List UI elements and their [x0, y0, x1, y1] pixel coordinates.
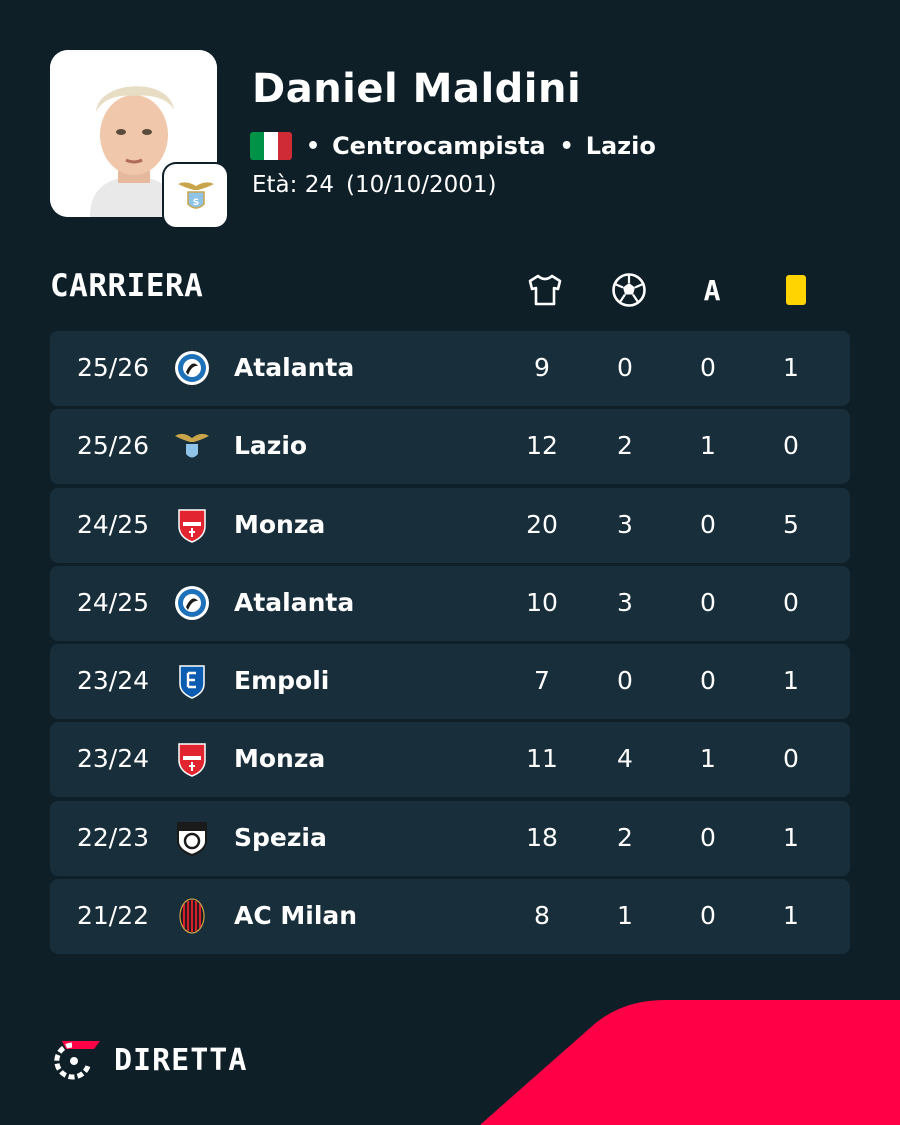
assists: 0 — [700, 822, 716, 852]
player-age: Età: 24 (10/10/2001) — [252, 172, 497, 198]
team-name: AC Milan — [234, 901, 358, 931]
appearances: 20 — [526, 509, 558, 539]
goals: 1 — [617, 901, 633, 931]
assists: 0 — [700, 509, 716, 539]
section-title: CARRIERA — [50, 268, 204, 304]
appearances: 7 — [534, 666, 550, 696]
season: 24/25 — [77, 587, 150, 617]
season: 22/23 — [77, 822, 150, 852]
table-row[interactable]: 24/25 Atalanta 10 3 0 0 — [50, 565, 850, 641]
season: 25/26 — [77, 353, 150, 382]
player-meta: • Centrocampista • Lazio — [250, 130, 656, 162]
appearances: 12 — [526, 431, 558, 461]
team-name: Monza — [234, 744, 326, 774]
table-row[interactable]: 24/25 Monza 20 3 0 5 — [50, 487, 850, 563]
assists: 1 — [700, 744, 716, 774]
appearances: 18 — [526, 822, 558, 852]
ball-icon — [609, 270, 649, 310]
goals: 3 — [617, 587, 633, 617]
appearances: 9 — [534, 353, 550, 382]
lazio-logo-icon — [175, 434, 209, 458]
team-name: Monza — [234, 509, 326, 539]
team-name: Atalanta — [234, 587, 355, 617]
table-row[interactable]: 23/24 Monza 11 4 1 0 — [50, 722, 850, 798]
season: 23/24 — [77, 666, 150, 696]
jersey-icon — [525, 270, 565, 310]
assist-letter: A — [703, 273, 721, 307]
atalanta-logo-icon — [175, 585, 209, 620]
player-name: Daniel Maldini — [252, 66, 582, 112]
goals: 3 — [617, 509, 633, 539]
separator-dot: • — [559, 133, 574, 159]
atalanta-logo-icon — [175, 351, 209, 385]
appearances: 11 — [526, 744, 558, 774]
assists: 0 — [700, 353, 716, 382]
player-club: Lazio — [585, 132, 656, 160]
appearances: 10 — [526, 587, 558, 617]
assists: 0 — [700, 901, 716, 931]
yellow-cards: 1 — [783, 822, 799, 852]
monza-logo-icon — [178, 743, 206, 778]
yellow-cards: 1 — [783, 901, 799, 931]
player-position: Centrocampista — [332, 132, 546, 160]
assists: 0 — [700, 587, 716, 617]
diretta-logo-icon — [54, 1041, 100, 1080]
yellow-cards: 0 — [783, 431, 799, 461]
season: 23/24 — [77, 744, 150, 774]
table-row[interactable]: 21/22 AC Milan 8 1 0 1 — [50, 879, 850, 955]
goals: 0 — [617, 666, 633, 696]
appearances: 8 — [534, 901, 550, 931]
team-name: Lazio — [234, 431, 308, 461]
separator-dot: • — [306, 133, 321, 159]
goals: 0 — [617, 353, 633, 382]
age-label: Età: 24 — [252, 172, 334, 198]
decorative-red-corner — [480, 1000, 900, 1125]
brand-name: DIRETTA — [114, 1042, 248, 1078]
season: 25/26 — [77, 431, 150, 461]
brand-logo: DIRETTA — [50, 1036, 247, 1084]
empoli-logo-icon — [179, 665, 205, 700]
season: 21/22 — [77, 901, 150, 931]
table-row[interactable]: 23/24 Empoli 7 0 0 1 — [50, 644, 850, 720]
ac-milan-logo-icon — [179, 898, 205, 934]
season: 24/25 — [77, 509, 150, 539]
table-row[interactable]: 25/26 Atalanta 9 0 0 1 — [50, 331, 850, 406]
table-row[interactable]: 22/23 Spezia 18 2 0 1 — [50, 800, 850, 876]
team-name: Spezia — [234, 822, 327, 852]
team-name: Empoli — [234, 666, 330, 696]
yellow-cards: 1 — [783, 666, 799, 696]
lazio-badge-icon: S — [164, 164, 227, 227]
assists: 1 — [700, 431, 716, 461]
assists: 0 — [700, 666, 716, 696]
svg-text:S: S — [192, 198, 198, 208]
yellow-cards: 1 — [783, 353, 799, 382]
yellow-cards: 0 — [783, 744, 799, 774]
birth-date: (10/10/2001) — [345, 172, 497, 198]
table-row[interactable]: 25/26 Lazio 12 2 1 0 — [50, 409, 850, 485]
goals: 4 — [617, 744, 633, 774]
yellow-card-icon — [776, 270, 816, 310]
yellow-cards: 0 — [783, 587, 799, 617]
monza-logo-icon — [178, 508, 206, 543]
goals: 2 — [617, 431, 633, 461]
italy-flag-icon — [250, 132, 292, 160]
yellow-cards: 5 — [783, 509, 799, 539]
career-table: 25/26 Atalanta 9 0 0 1 25/26 Lazio 12 2 … — [50, 331, 850, 957]
team-name: Atalanta — [234, 353, 355, 382]
spezia-logo-icon — [177, 821, 207, 856]
goals: 2 — [617, 822, 633, 852]
